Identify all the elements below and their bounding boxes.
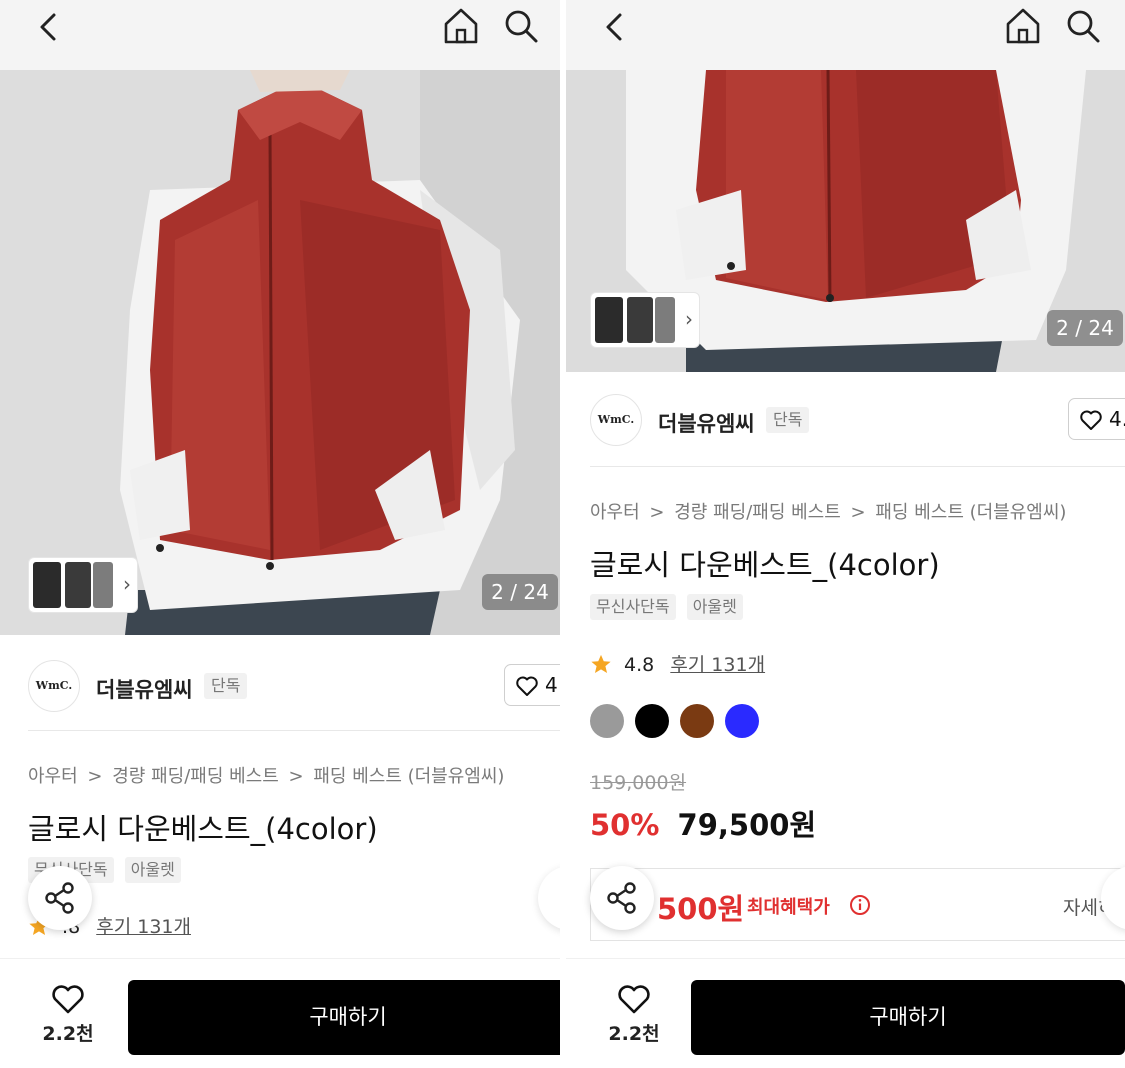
divider (590, 466, 1125, 467)
color-swatch-black[interactable] (635, 704, 670, 738)
info-icon[interactable] (849, 894, 871, 916)
brand-row[interactable]: WmC. 더블유엠씨 단독 4 (0, 640, 560, 730)
thumbnail-strip[interactable]: › (28, 557, 138, 613)
brand-like-count: 4 (545, 673, 558, 697)
heart-icon (52, 985, 84, 1014)
discount-rate: 50% (590, 808, 660, 842)
product-title: 글로시 다운베스트_(4color) (28, 812, 378, 846)
brand-name[interactable]: 더블유엠씨 (658, 408, 755, 438)
color-swatch-brown[interactable] (680, 704, 715, 738)
product-title: 글로시 다운베스트_(4color) (590, 548, 940, 582)
share-button[interactable] (28, 866, 92, 930)
brand-logo[interactable]: WmC. (590, 394, 642, 446)
rating-value: 4.8 (624, 654, 655, 676)
star-icon (591, 654, 611, 673)
tag-list: 무신사단독 아울렛 (590, 594, 749, 620)
chevron-right-icon: › (685, 307, 693, 331)
brand-row[interactable]: WmC. 더블유엠씨 단독 4. (566, 374, 1125, 464)
thumbnail-1[interactable] (33, 562, 61, 608)
breadcrumb: 아우터 > 경량 패딩/패딩 베스트 > 패딩 베스트 (더블유엠씨) (590, 498, 1070, 524)
product-image[interactable]: › 2 / 24 (566, 70, 1125, 372)
left-screen: › 2 / 24 WmC. 더블유엠씨 단독 4 아우터 > 경량 패딩/패딩 … (0, 0, 560, 1068)
sale-price-row: 50% 79,500원 (590, 802, 816, 844)
divider (28, 730, 560, 731)
scroll-button-edge[interactable] (538, 866, 560, 930)
thumbnail-3[interactable] (655, 297, 675, 343)
heart-icon (618, 985, 650, 1014)
wish-count: 2.2천 (42, 1023, 94, 1045)
exclusive-badge: 단독 (766, 407, 810, 433)
bottom-action-bar: 2.2천 구매하기 (0, 958, 560, 1068)
top-nav (0, 0, 560, 70)
wish-count: 2.2천 (608, 1023, 660, 1045)
breadcrumb-item-padding-vest[interactable]: 패딩 베스트 (더블유엠씨) (313, 766, 504, 787)
sale-price: 79,500원 (677, 808, 817, 842)
breadcrumb-item-padding-vest[interactable]: 패딩 베스트 (더블유엠씨) (875, 502, 1066, 523)
color-swatch-blue[interactable] (725, 704, 760, 738)
home-icon[interactable] (442, 6, 480, 46)
search-icon[interactable] (502, 7, 540, 45)
exclusive-badge: 단독 (204, 673, 248, 699)
brand-like-count: 4. (1109, 407, 1125, 431)
breadcrumb-separator: > (87, 766, 103, 787)
benefit-label: 최대혜택가 (747, 897, 830, 918)
chevron-left-icon[interactable] (600, 10, 630, 44)
share-icon (607, 882, 636, 914)
color-swatches (590, 704, 765, 742)
thumbnail-1[interactable] (595, 297, 623, 343)
brand-name[interactable]: 더블유엠씨 (96, 674, 193, 704)
brand-like-button[interactable]: 4. (1068, 398, 1125, 440)
breadcrumb-item-light-padding[interactable]: 경량 패딩/패딩 베스트 (112, 766, 279, 787)
right-screen: › 2 / 24 WmC. 더블유엠씨 단독 4. 아우터 > 경량 패딩/패딩… (566, 0, 1125, 1068)
image-counter: 2 / 24 (1047, 310, 1123, 346)
heart-icon (1080, 410, 1102, 430)
search-icon[interactable] (1064, 7, 1102, 45)
thumbnail-2[interactable] (65, 562, 91, 608)
rating-row[interactable]: 4.8 후기 131개 (590, 650, 765, 677)
max-benefit-box[interactable]: 500원 최대혜택가 자세히 (590, 868, 1125, 940)
breadcrumb-item-outer[interactable]: 아우터 (28, 766, 78, 787)
breadcrumb-separator: > (850, 502, 866, 523)
brand-logo[interactable]: WmC. (28, 660, 80, 712)
review-link[interactable]: 후기 131개 (96, 916, 191, 938)
wish-button[interactable]: 2.2천 (604, 983, 664, 1053)
breadcrumb: 아우터 > 경량 패딩/패딩 베스트 > 패딩 베스트 (더블유엠씨) (28, 762, 508, 788)
heart-icon (516, 676, 538, 696)
breadcrumb-item-outer[interactable]: 아우터 (590, 502, 640, 523)
share-icon (45, 882, 74, 914)
review-link[interactable]: 후기 131개 (670, 654, 765, 676)
share-button[interactable] (590, 866, 654, 930)
product-image[interactable]: › 2 / 24 (0, 70, 560, 635)
thumbnail-strip[interactable]: › (590, 292, 700, 348)
tag-musinsa-exclusive: 무신사단독 (590, 594, 676, 620)
thumbnail-2[interactable] (627, 297, 653, 343)
buy-button[interactable]: 구매하기 (691, 980, 1125, 1055)
chevron-left-icon[interactable] (34, 10, 64, 44)
image-counter: 2 / 24 (482, 574, 558, 610)
color-swatch-grey[interactable] (590, 704, 624, 738)
home-icon[interactable] (1004, 6, 1042, 46)
benefit-price: 500원 (657, 892, 745, 926)
breadcrumb-separator: > (288, 766, 304, 787)
wish-button[interactable]: 2.2천 (38, 983, 98, 1053)
original-price: 159,000원 (590, 772, 687, 794)
bottom-action-bar: 2.2천 구매하기 (566, 958, 1125, 1068)
divider (590, 940, 1125, 941)
breadcrumb-separator: > (649, 502, 665, 523)
brand-like-button[interactable]: 4 (504, 664, 560, 706)
chevron-right-icon: › (123, 572, 131, 596)
thumbnail-3[interactable] (93, 562, 113, 608)
tag-outlet: 아울렛 (686, 594, 743, 620)
product-photo (0, 70, 560, 635)
buy-button[interactable]: 구매하기 (128, 980, 560, 1055)
tag-outlet: 아울렛 (124, 857, 181, 883)
top-nav (566, 0, 1125, 70)
breadcrumb-item-light-padding[interactable]: 경량 패딩/패딩 베스트 (674, 502, 841, 523)
